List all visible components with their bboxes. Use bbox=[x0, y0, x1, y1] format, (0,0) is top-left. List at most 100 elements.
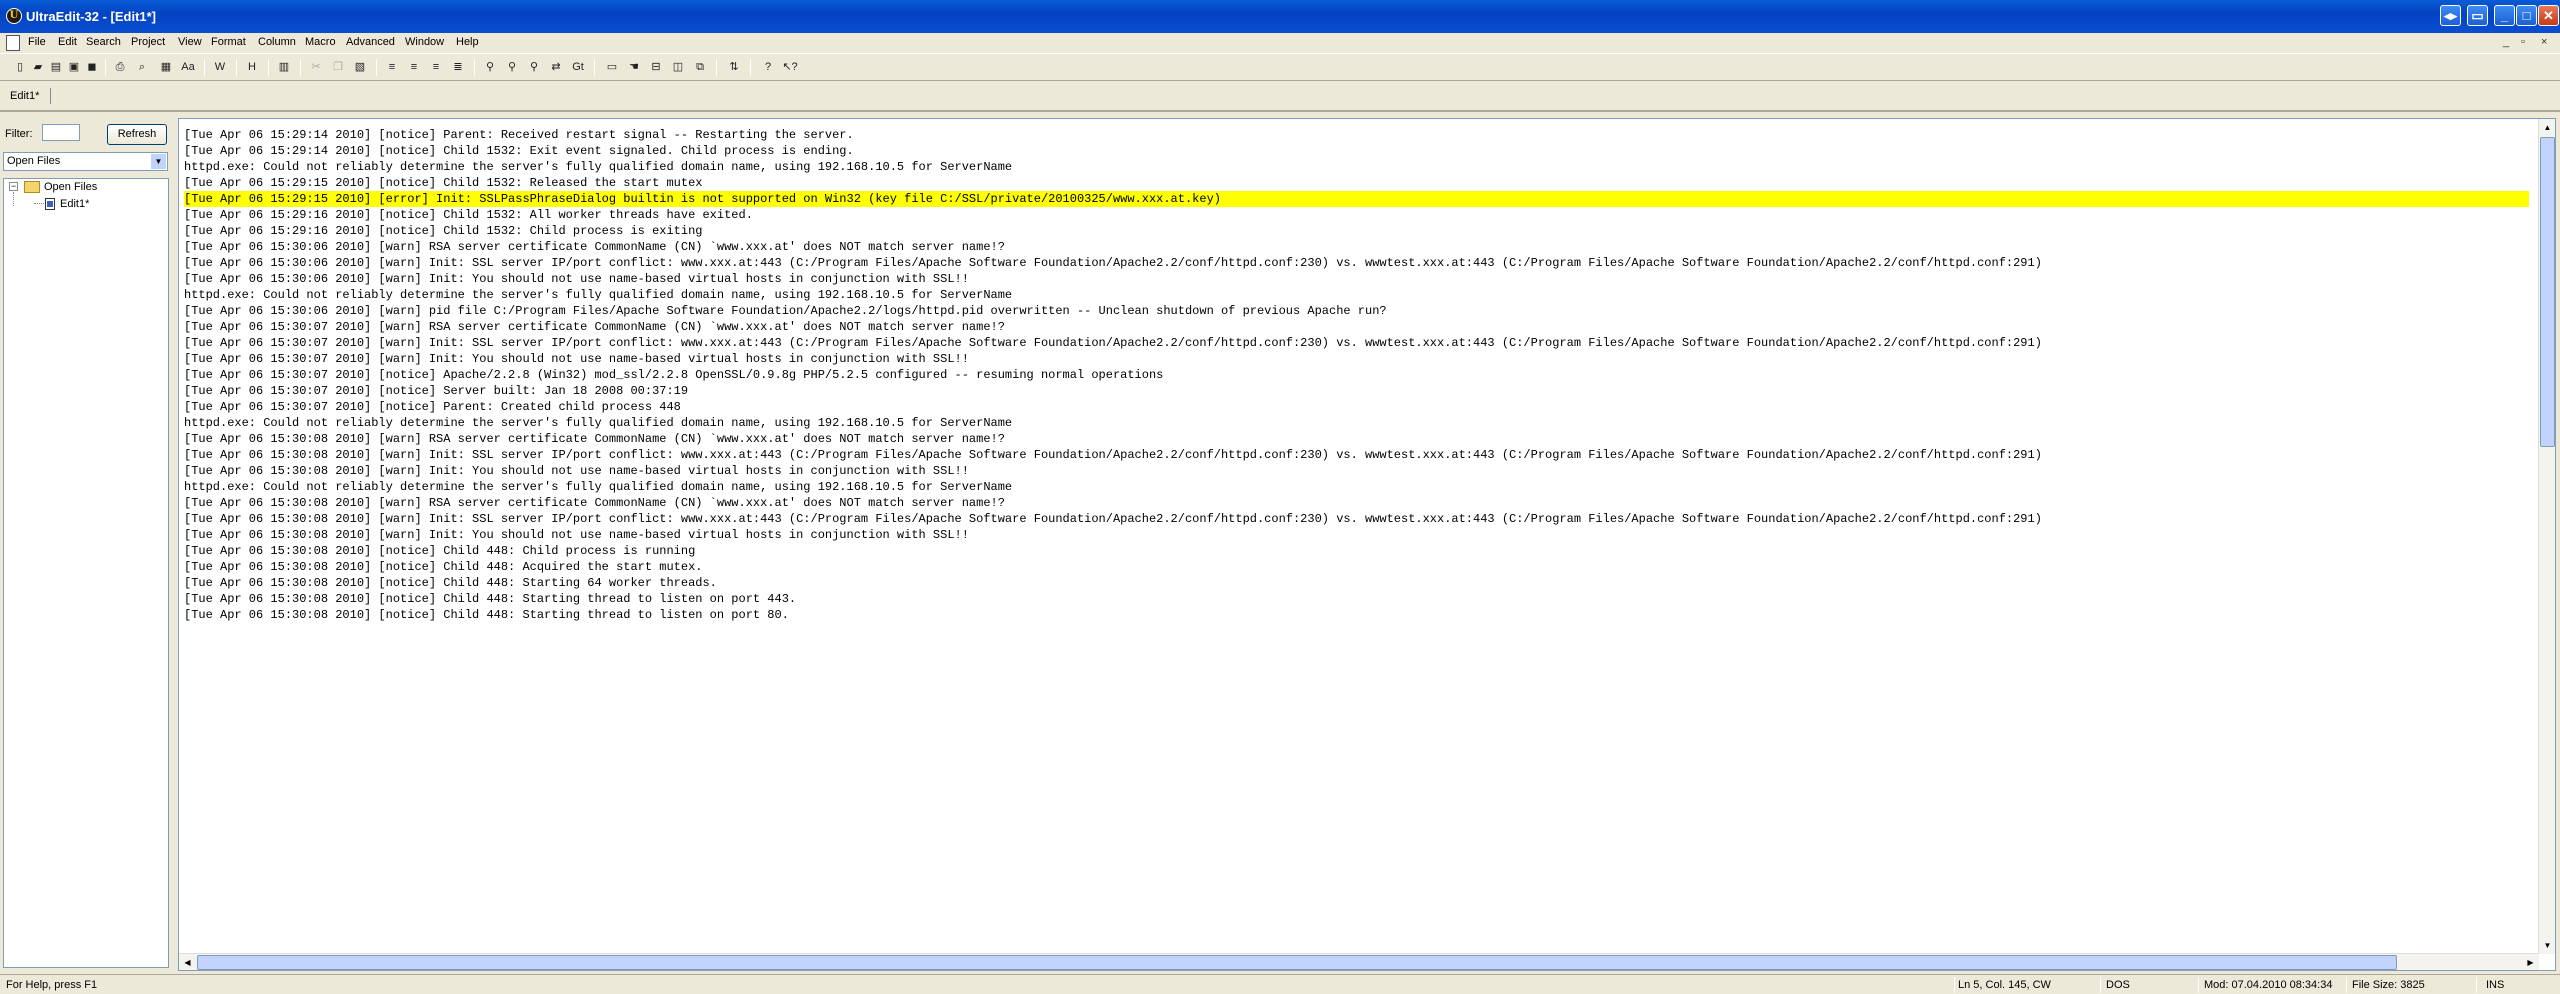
code-line[interactable]: httpd.exe: Could not reliably determine … bbox=[184, 287, 2529, 303]
ultraedit-app-icon[interactable]: U bbox=[6, 8, 22, 24]
code-line[interactable]: [Tue Apr 06 15:30:08 2010] [notice] Chil… bbox=[184, 575, 2529, 591]
code-line[interactable]: [Tue Apr 06 15:30:08 2010] [notice] Chil… bbox=[184, 543, 2529, 559]
vertical-scroll-thumb[interactable] bbox=[2540, 137, 2555, 447]
find-icon[interactable]: ⚲ bbox=[482, 59, 498, 75]
scroll-down-icon[interactable]: ▼ bbox=[2539, 937, 2556, 954]
code-line[interactable]: [Tue Apr 06 15:30:08 2010] [warn] Init: … bbox=[184, 511, 2529, 527]
code-line[interactable]: [Tue Apr 06 15:30:08 2010] [warn] RSA se… bbox=[184, 495, 2529, 511]
mdi-restore-button[interactable]: ▫ bbox=[2521, 36, 2525, 48]
title-bar[interactable]: U UltraEdit-32 - [Edit1*] ◂▸ ▭ _ □ ✕ bbox=[0, 0, 2560, 33]
code-line[interactable]: [Tue Apr 06 15:30:06 2010] [warn] Init: … bbox=[184, 271, 2529, 287]
scroll-right-icon[interactable]: ▶ bbox=[2522, 954, 2539, 971]
minimize-button[interactable]: _ bbox=[2494, 5, 2515, 26]
ftp-icon[interactable]: ⇅ bbox=[726, 59, 742, 75]
tab-edit1[interactable]: Edit1* bbox=[10, 90, 39, 102]
code-line[interactable]: httpd.exe: Could not reliably determine … bbox=[184, 415, 2529, 431]
help-tool-icon[interactable]: ▭ bbox=[2467, 5, 2488, 26]
word-wrap-icon[interactable]: W bbox=[212, 59, 228, 75]
collapse-icon[interactable]: − bbox=[9, 182, 18, 191]
print-preview-icon[interactable]: ⌕ bbox=[134, 59, 150, 75]
file-view-select[interactable]: Open Files ▼ bbox=[3, 152, 168, 171]
tree-root-open-files[interactable]: Open Files bbox=[44, 181, 97, 193]
code-line[interactable]: httpd.exe: Could not reliably determine … bbox=[184, 159, 2529, 175]
menu-search[interactable]: Search bbox=[86, 36, 121, 48]
save-icon[interactable]: ◼ bbox=[84, 59, 100, 75]
paste-icon[interactable]: ▧ bbox=[352, 59, 368, 75]
menu-file[interactable]: File bbox=[28, 36, 46, 48]
chevron-down-icon[interactable]: ▼ bbox=[151, 154, 166, 169]
menu-macro[interactable]: Macro bbox=[305, 36, 336, 48]
find-prev-icon[interactable]: ⚲ bbox=[526, 59, 542, 75]
menu-view[interactable]: View bbox=[178, 36, 202, 48]
context-help-icon[interactable]: ↖? bbox=[782, 59, 798, 75]
menu-edit[interactable]: Edit bbox=[58, 36, 77, 48]
menu-column[interactable]: Column bbox=[258, 36, 296, 48]
mdi-minimize-button[interactable]: _ bbox=[2503, 36, 2509, 48]
open-file-icon[interactable]: ▰ bbox=[30, 59, 46, 75]
print-icon[interactable]: ⎙ bbox=[112, 59, 128, 75]
split-vertical-icon[interactable]: ◫ bbox=[670, 59, 686, 75]
menu-advanced[interactable]: Advanced bbox=[346, 36, 395, 48]
document-icon[interactable] bbox=[6, 35, 20, 51]
scroll-left-icon[interactable]: ◀ bbox=[179, 954, 196, 971]
copy-icon[interactable]: ❐ bbox=[330, 59, 346, 75]
code-line[interactable]: [Tue Apr 06 15:30:08 2010] [warn] Init: … bbox=[184, 447, 2529, 463]
code-line[interactable]: [Tue Apr 06 15:29:15 2010] [notice] Chil… bbox=[184, 175, 2529, 191]
calculator-icon[interactable]: ▦ bbox=[158, 59, 174, 75]
code-line[interactable]: [Tue Apr 06 15:29:16 2010] [notice] Chil… bbox=[184, 223, 2529, 239]
editor-text-area[interactable]: [Tue Apr 06 15:29:14 2010] [notice] Pare… bbox=[184, 127, 2529, 947]
maximize-button[interactable]: □ bbox=[2516, 5, 2537, 26]
new-file-icon[interactable]: ▯ bbox=[12, 59, 28, 75]
align-center-icon[interactable]: ≡ bbox=[406, 59, 422, 75]
column-mode-icon[interactable]: ▥ bbox=[276, 59, 292, 75]
close-file-icon[interactable]: ▣ bbox=[66, 59, 82, 75]
close-button[interactable]: ✕ bbox=[2538, 5, 2559, 26]
split-horizontal-icon[interactable]: ⊟ bbox=[648, 59, 664, 75]
code-line[interactable]: [Tue Apr 06 15:30:08 2010] [warn] RSA se… bbox=[184, 431, 2529, 447]
mdi-close-button[interactable]: × bbox=[2541, 36, 2547, 48]
horizontal-scroll-thumb[interactable] bbox=[197, 955, 2397, 970]
justify-icon[interactable]: ≣ bbox=[450, 59, 466, 75]
code-line[interactable]: [Tue Apr 06 15:29:16 2010] [notice] Chil… bbox=[184, 207, 2529, 223]
filter-input[interactable] bbox=[42, 124, 80, 141]
open-folder-icon[interactable]: ▤ bbox=[48, 59, 64, 75]
find-next-icon[interactable]: ⚲ bbox=[504, 59, 520, 75]
align-left-icon[interactable]: ≡ bbox=[384, 59, 400, 75]
replace-icon[interactable]: ⇄ bbox=[548, 59, 564, 75]
align-right-icon[interactable]: ≡ bbox=[428, 59, 444, 75]
code-line[interactable]: [Tue Apr 06 15:30:08 2010] [warn] Init: … bbox=[184, 463, 2529, 479]
code-line[interactable]: [Tue Apr 06 15:29:14 2010] [notice] Pare… bbox=[184, 127, 2529, 143]
code-line[interactable]: [Tue Apr 06 15:30:07 2010] [notice] Pare… bbox=[184, 399, 2529, 415]
refresh-button[interactable]: Refresh bbox=[107, 124, 167, 145]
restore-down-tool-icon[interactable]: ◂▸ bbox=[2440, 5, 2461, 26]
font-icon[interactable]: Aa bbox=[180, 59, 196, 75]
code-line[interactable]: [Tue Apr 06 15:30:06 2010] [warn] Init: … bbox=[184, 255, 2529, 271]
menu-format[interactable]: Format bbox=[211, 36, 246, 48]
code-line[interactable]: [Tue Apr 06 15:30:06 2010] [warn] pid fi… bbox=[184, 303, 2529, 319]
code-line[interactable]: [Tue Apr 06 15:30:06 2010] [warn] RSA se… bbox=[184, 239, 2529, 255]
code-line[interactable]: httpd.exe: Could not reliably determine … bbox=[184, 479, 2529, 495]
code-line[interactable]: [Tue Apr 06 15:30:07 2010] [notice] Apac… bbox=[184, 367, 2529, 383]
scroll-up-icon[interactable]: ▲ bbox=[2539, 119, 2556, 136]
cut-icon[interactable]: ✂ bbox=[308, 59, 324, 75]
hex-mode-icon[interactable]: H bbox=[244, 59, 260, 75]
code-line[interactable]: [Tue Apr 06 15:30:08 2010] [notice] Chil… bbox=[184, 591, 2529, 607]
code-line[interactable]: [Tue Apr 06 15:30:08 2010] [notice] Chil… bbox=[184, 559, 2529, 575]
horizontal-scrollbar[interactable]: ◀ ▶ bbox=[179, 953, 2539, 970]
code-line[interactable]: [Tue Apr 06 15:30:07 2010] [notice] Serv… bbox=[184, 383, 2529, 399]
code-line[interactable]: [Tue Apr 06 15:30:07 2010] [warn] Init: … bbox=[184, 351, 2529, 367]
goto-icon[interactable]: Gt bbox=[570, 59, 586, 75]
vertical-scrollbar[interactable]: ▲ ▼ bbox=[2538, 119, 2555, 954]
code-line[interactable]: [Tue Apr 06 15:29:14 2010] [notice] Chil… bbox=[184, 143, 2529, 159]
menu-help[interactable]: Help bbox=[456, 36, 479, 48]
editor-pane[interactable]: [Tue Apr 06 15:29:14 2010] [notice] Pare… bbox=[178, 118, 2556, 971]
hand-icon[interactable]: ☚ bbox=[626, 59, 642, 75]
menu-window[interactable]: Window bbox=[405, 36, 444, 48]
menu-project[interactable]: Project bbox=[131, 36, 165, 48]
tree-item-edit1[interactable]: Edit1* bbox=[60, 198, 89, 210]
code-line[interactable]: [Tue Apr 06 15:30:08 2010] [notice] Chil… bbox=[184, 607, 2529, 623]
code-line[interactable]: [Tue Apr 06 15:30:07 2010] [warn] RSA se… bbox=[184, 319, 2529, 335]
code-line[interactable]: [Tue Apr 06 15:30:08 2010] [warn] Init: … bbox=[184, 527, 2529, 543]
code-line[interactable]: [Tue Apr 06 15:30:07 2010] [warn] Init: … bbox=[184, 335, 2529, 351]
cascade-icon[interactable]: ⧉ bbox=[692, 59, 708, 75]
